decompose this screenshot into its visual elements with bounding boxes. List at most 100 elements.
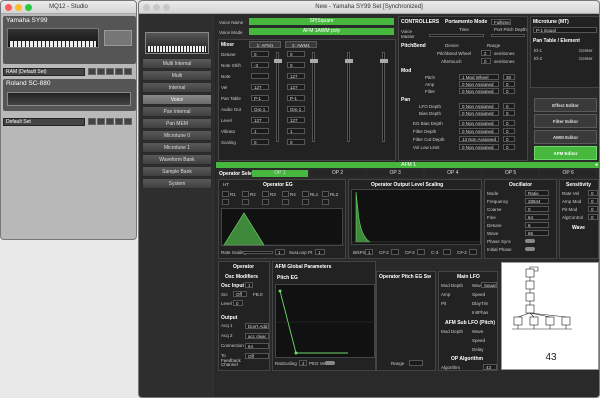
output-row-value[interactable]: 64: [245, 343, 269, 349]
rat-scaling-value[interactable]: 2: [299, 360, 307, 366]
fader-4[interactable]: [380, 52, 388, 142]
rate-field[interactable]: [302, 191, 309, 197]
afm-close-icon[interactable]: ●: [595, 162, 598, 168]
osc-value[interactable]: 64: [525, 214, 549, 220]
tab-op-3[interactable]: OP 3: [367, 170, 423, 177]
awm-editor-button[interactable]: AWM Editor: [534, 130, 597, 144]
minimize-dot[interactable]: [15, 4, 22, 11]
breakpoint-value[interactable]: [443, 249, 451, 255]
nav-item-waveform-bank[interactable]: Waveform Bank: [142, 154, 212, 165]
tab-op-6[interactable]: OP 6: [540, 170, 596, 177]
nav-item-pan-internal[interactable]: Pan Internal: [142, 106, 212, 117]
mixer-value-2[interactable]: 127: [287, 73, 305, 79]
level-field[interactable]: [302, 199, 309, 205]
level-field[interactable]: [242, 199, 249, 205]
tab-op-4[interactable]: OP 4: [425, 170, 481, 177]
mixer-value-2[interactable]: 0: [287, 139, 305, 145]
pan-row-source[interactable]: 0 Non Assigned: [459, 103, 499, 109]
breakpoint-value[interactable]: [417, 249, 425, 255]
sens-value[interactable]: 0: [588, 214, 598, 220]
mod-row-source[interactable]: 1 Mod Wheel: [459, 74, 499, 80]
tab-op-2[interactable]: OP 2: [309, 170, 366, 177]
mixer-value-1[interactable]: 0: [251, 51, 269, 57]
bias-row-source[interactable]: 0 Non Assigned: [459, 120, 499, 126]
mixer-value-2[interactable]: 0: [287, 62, 305, 68]
osc-toggle[interactable]: [525, 247, 535, 251]
effect-editor-button[interactable]: Effect Editor: [534, 98, 597, 112]
susloop-value[interactable]: 1: [315, 249, 325, 255]
mixer-value-1[interactable]: [251, 73, 269, 79]
nav-item-sample-bank[interactable]: Sample Bank: [142, 166, 212, 177]
nav-item-microtune-1[interactable]: Microtune 1: [142, 142, 212, 153]
sens-value[interactable]: 0: [588, 206, 598, 212]
level-field[interactable]: [262, 199, 269, 205]
mod-row-source[interactable]: 0 Non Assigned: [459, 88, 499, 94]
bank-buttons-2[interactable]: [87, 118, 132, 127]
voice-mode-select[interactable]: AFM 1AWM poly: [249, 28, 394, 35]
device-sc880[interactable]: Roland SC-880: [3, 79, 136, 111]
nav-item-pan-mem[interactable]: Pan MEM: [142, 118, 212, 129]
fader-1[interactable]: [274, 52, 282, 142]
osc-value[interactable]: 0: [525, 206, 549, 212]
tab-op-5[interactable]: OP 5: [482, 170, 539, 177]
bank-buttons-1[interactable]: [87, 68, 132, 77]
pan-row-source[interactable]: 0 Non Assigned: [459, 110, 499, 116]
time-slider[interactable]: [429, 34, 484, 37]
mixer-value-2[interactable]: 127: [287, 84, 305, 90]
rate-field[interactable]: [282, 191, 289, 197]
rate-field[interactable]: [322, 191, 329, 197]
microtune-select[interactable]: P-1 Equal: [533, 27, 597, 33]
mixer-value-2[interactable]: Grp 1: [287, 106, 305, 112]
bias-row-value[interactable]: 0: [503, 144, 515, 150]
osc-value[interactable]: Ratio: [525, 190, 549, 196]
bias-row-value[interactable]: 0: [503, 128, 515, 134]
breakpoint-value[interactable]: 1: [365, 249, 373, 255]
bias-row-value[interactable]: 0: [503, 136, 515, 142]
mixer-value-1[interactable]: P-1: [251, 95, 269, 101]
bias-row-source[interactable]: 0 Non Assigned: [459, 144, 499, 150]
osc-value[interactable]: 6: [525, 222, 549, 228]
mixer-value-2[interactable]: 1: [287, 128, 305, 134]
fader-2[interactable]: [310, 52, 318, 142]
pan-row-value[interactable]: 0: [503, 103, 515, 109]
nav-item-microtune-0[interactable]: Microtune 0: [142, 130, 212, 141]
level-field[interactable]: [322, 199, 329, 205]
mixer-value-1[interactable]: 127: [251, 117, 269, 123]
rate-scaling-slider[interactable]: [243, 251, 273, 254]
breakpoint-value[interactable]: [391, 249, 399, 255]
aftertouch-range[interactable]: 0: [481, 58, 491, 64]
filter-editor-button[interactable]: Filter Editor: [534, 114, 597, 128]
nav-item-internal[interactable]: Internal: [142, 82, 212, 93]
level-field[interactable]: [282, 199, 289, 205]
output-row-value[interactable]: Don't Add: [245, 323, 269, 329]
src-value[interactable]: Off: [233, 291, 247, 297]
osc-toggle[interactable]: [525, 239, 535, 243]
sens-value[interactable]: 0: [588, 198, 598, 204]
rate-scaling-value[interactable]: 1: [275, 249, 285, 255]
pitch-depth-slider[interactable]: [491, 34, 525, 37]
fader-3[interactable]: [345, 52, 353, 142]
level-value[interactable]: 0: [233, 300, 243, 306]
bias-row-source[interactable]: 0 Non Assigned: [459, 128, 499, 134]
bank-select-2[interactable]: Default Set: [3, 118, 85, 126]
mixer-value-1[interactable]: 0: [251, 139, 269, 145]
osc-input-value[interactable]: 1: [245, 282, 253, 288]
mod-row-value[interactable]: 0: [503, 81, 515, 87]
pitchbend-range[interactable]: 2: [481, 50, 491, 56]
mixer-value-1[interactable]: 127: [251, 84, 269, 90]
close-dot[interactable]: [5, 4, 12, 11]
peg-vel-toggle[interactable]: [325, 361, 335, 365]
output-row-value[interactable]: Off: [245, 353, 269, 359]
mixer-value-2[interactable]: 0: [287, 51, 305, 57]
sens-value[interactable]: 0: [588, 190, 598, 196]
bias-row-source[interactable]: 13 Non Assigned: [459, 136, 499, 142]
range-select[interactable]: [409, 360, 423, 366]
mod-row-value[interactable]: 0: [503, 88, 515, 94]
mixer-value-1[interactable]: Grp 1: [251, 106, 269, 112]
osc-value[interactable]: 28844: [525, 198, 549, 204]
breakpoint-value[interactable]: [469, 249, 477, 255]
voice-name-field[interactable]: SP|Square: [249, 18, 394, 25]
mixer-value-1[interactable]: -3: [251, 62, 269, 68]
wave-select[interactable]: Square: [481, 282, 497, 288]
minimize-dot[interactable]: [153, 4, 160, 11]
